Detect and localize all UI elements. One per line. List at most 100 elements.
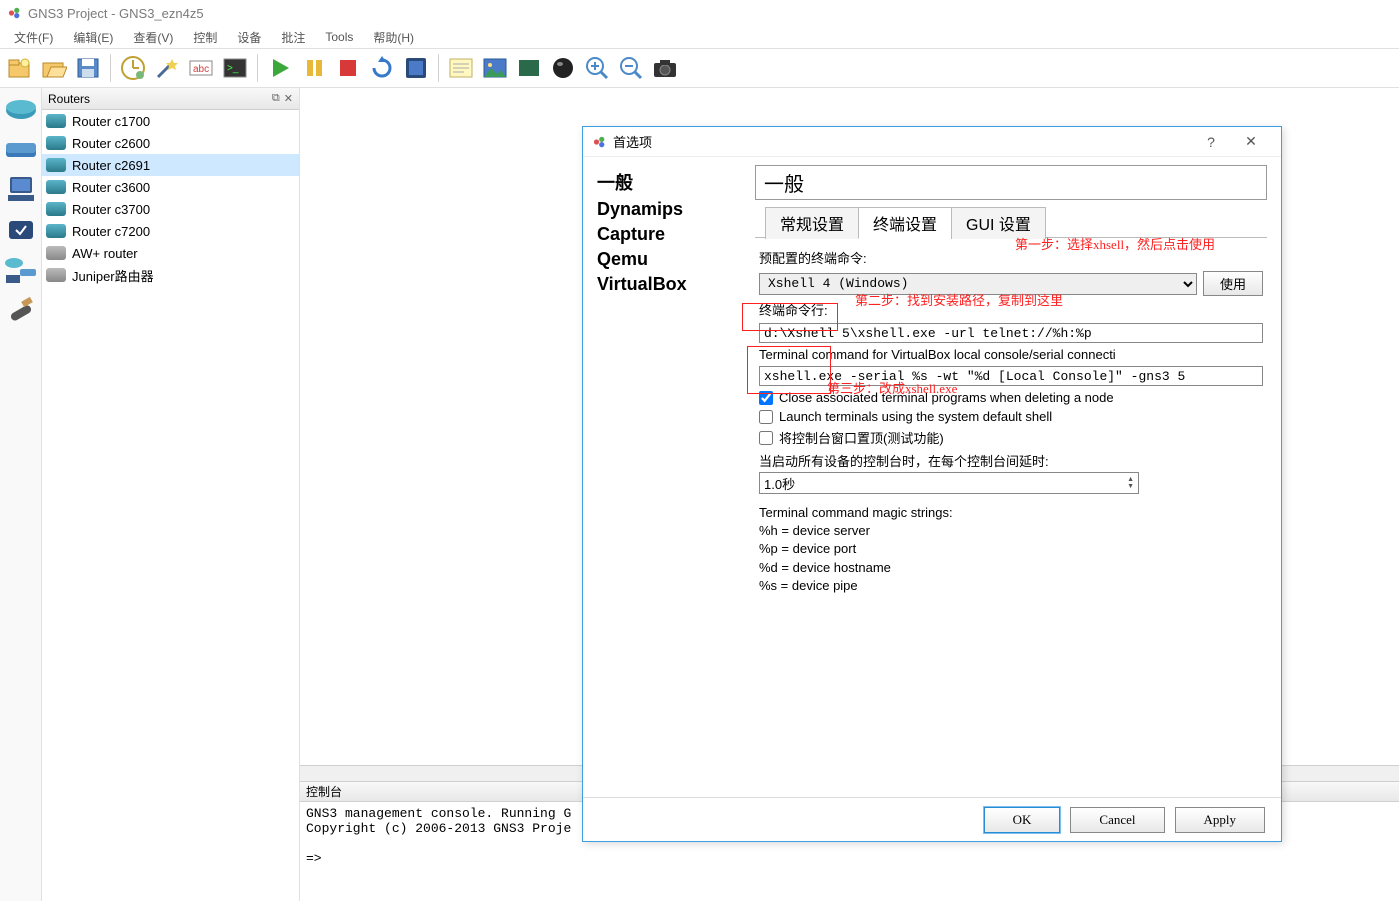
- screenshot-button[interactable]: [649, 52, 681, 84]
- svg-text:>_: >_: [227, 63, 239, 74]
- close-terminal-label: Close associated terminal programs when …: [779, 390, 1114, 405]
- menu-edit[interactable]: 编辑(E): [63, 27, 123, 48]
- nav-virtualbox[interactable]: VirtualBox: [597, 272, 747, 297]
- all-devices-category-button[interactable]: [3, 252, 39, 288]
- vbox-command-input[interactable]: [759, 366, 1263, 386]
- nav-qemu[interactable]: Qemu: [597, 247, 747, 272]
- preconf-label: 预配置的终端命令:: [759, 248, 867, 267]
- wizard-button[interactable]: [151, 52, 183, 84]
- snapshot-button[interactable]: [117, 52, 149, 84]
- apply-button[interactable]: Apply: [1175, 807, 1266, 833]
- routers-panel: Routers ⧉ ✕ Router c1700 Router c2600 Route…: [42, 88, 300, 901]
- router-item[interactable]: Router c3600: [42, 176, 299, 198]
- svg-text:abc: abc: [193, 64, 209, 75]
- show-hostnames-button[interactable]: abc: [185, 52, 217, 84]
- tab-gui[interactable]: GUI 设置: [951, 207, 1046, 239]
- menubar: 文件(F) 编辑(E) 查看(V) 控制 设备 批注 Tools 帮助(H): [0, 26, 1399, 48]
- routers-panel-title: Routers: [48, 92, 90, 106]
- router-item[interactable]: Juniper路由器: [42, 264, 299, 286]
- switches-category-button[interactable]: [3, 132, 39, 168]
- bring-front-checkbox[interactable]: [759, 431, 773, 445]
- preconf-terminal-select[interactable]: Xshell 4 (Windows): [759, 273, 1197, 295]
- spinner-up-icon[interactable]: ▲: [1127, 476, 1134, 483]
- tab-terminal[interactable]: 终端设置: [858, 207, 952, 239]
- router-item[interactable]: Router c1700: [42, 110, 299, 132]
- reload-all-button[interactable]: [366, 52, 398, 84]
- delay-label: 当启动所有设备的控制台时，在每个控制台间延时:: [759, 451, 1263, 470]
- console-all-button[interactable]: >_: [219, 52, 251, 84]
- delay-value: 1.0秒: [764, 474, 795, 493]
- router-item-label: Router c3600: [72, 180, 150, 195]
- router-item-label: Router c3700: [72, 202, 150, 217]
- menu-annotate[interactable]: 批注: [271, 27, 315, 48]
- window-title: GNS3 Project - GNS3_ezn4z5: [28, 6, 204, 21]
- bring-front-label: 将控制台窗口置顶(测试功能): [779, 428, 944, 447]
- router-item-label: Router c1700: [72, 114, 150, 129]
- cmd-label: 终端命令行:: [759, 300, 828, 319]
- router-item-label: Router c2600: [72, 136, 150, 151]
- tab-general[interactable]: 常规设置: [765, 207, 859, 239]
- close-terminal-checkbox[interactable]: [759, 391, 773, 405]
- router-item-label: Juniper路由器: [72, 266, 154, 285]
- menu-file[interactable]: 文件(F): [4, 27, 63, 48]
- router-item[interactable]: AW+ router: [42, 242, 299, 264]
- default-shell-checkbox[interactable]: [759, 410, 773, 424]
- device-toolbar: [0, 88, 42, 901]
- draw-rectangle-button[interactable]: [513, 52, 545, 84]
- security-devices-category-button[interactable]: [3, 212, 39, 248]
- stop-all-button[interactable]: [332, 52, 364, 84]
- pause-all-button[interactable]: [298, 52, 330, 84]
- menu-help[interactable]: 帮助(H): [363, 27, 424, 48]
- dialog-help-button[interactable]: ?: [1191, 134, 1231, 150]
- default-shell-label: Launch terminals using the system defaul…: [779, 409, 1052, 424]
- router-icon: [46, 224, 66, 238]
- insert-image-button[interactable]: [479, 52, 511, 84]
- router-icon: [46, 114, 66, 128]
- ok-button[interactable]: OK: [984, 807, 1061, 833]
- router-icon: [46, 180, 66, 194]
- router-item[interactable]: Router c2600: [42, 132, 299, 154]
- dialog-close-button[interactable]: ✕: [1231, 133, 1271, 150]
- routers-category-button[interactable]: [3, 92, 39, 128]
- router-item[interactable]: Router c2691: [42, 154, 299, 176]
- nav-general[interactable]: 一般: [597, 167, 747, 197]
- terminal-command-input[interactable]: [759, 323, 1263, 343]
- zoom-out-button[interactable]: [615, 52, 647, 84]
- menu-tools[interactable]: Tools: [315, 28, 363, 46]
- add-link-button[interactable]: [3, 292, 39, 328]
- save-project-button[interactable]: [72, 52, 104, 84]
- router-item[interactable]: Router c3700: [42, 198, 299, 220]
- router-item-label: Router c7200: [72, 224, 150, 239]
- panel-undock-icon[interactable]: ⧉: [272, 92, 280, 105]
- new-project-button[interactable]: [4, 52, 36, 84]
- add-note-button[interactable]: [445, 52, 477, 84]
- nav-dynamips[interactable]: Dynamips: [597, 197, 747, 222]
- preferences-nav: 一般 Dynamips Capture Qemu VirtualBox: [583, 157, 747, 797]
- router-icon: [46, 158, 66, 172]
- menu-device[interactable]: 设备: [227, 27, 271, 48]
- router-item[interactable]: Router c7200: [42, 220, 299, 242]
- menu-view[interactable]: 查看(V): [123, 27, 183, 48]
- toolbar: abc >_: [0, 48, 1399, 88]
- panel-close-icon[interactable]: ✕: [284, 92, 293, 105]
- vbox-cmd-label: Terminal command for VirtualBox local co…: [759, 347, 1116, 362]
- router-icon: [46, 268, 66, 282]
- draw-ellipse-button[interactable]: [547, 52, 579, 84]
- content-title: 一般: [755, 165, 1267, 200]
- zoom-in-button[interactable]: [581, 52, 613, 84]
- cancel-button[interactable]: Cancel: [1070, 807, 1164, 833]
- spinner-down-icon[interactable]: ▼: [1127, 483, 1134, 490]
- open-project-button[interactable]: [38, 52, 70, 84]
- router-item-label: Router c2691: [72, 158, 150, 173]
- use-button[interactable]: 使用: [1203, 271, 1263, 296]
- app-logo-icon: [8, 6, 22, 20]
- virtualbox-button[interactable]: [400, 52, 432, 84]
- router-icon: [46, 202, 66, 216]
- router-icon: [46, 246, 66, 260]
- start-all-button[interactable]: [264, 52, 296, 84]
- magic-strings-help: Terminal command magic strings: %h = dev…: [759, 504, 1263, 595]
- menu-control[interactable]: 控制: [183, 27, 227, 48]
- end-devices-category-button[interactable]: [3, 172, 39, 208]
- nav-capture[interactable]: Capture: [597, 222, 747, 247]
- delay-spinner[interactable]: 1.0秒 ▲▼: [759, 472, 1139, 494]
